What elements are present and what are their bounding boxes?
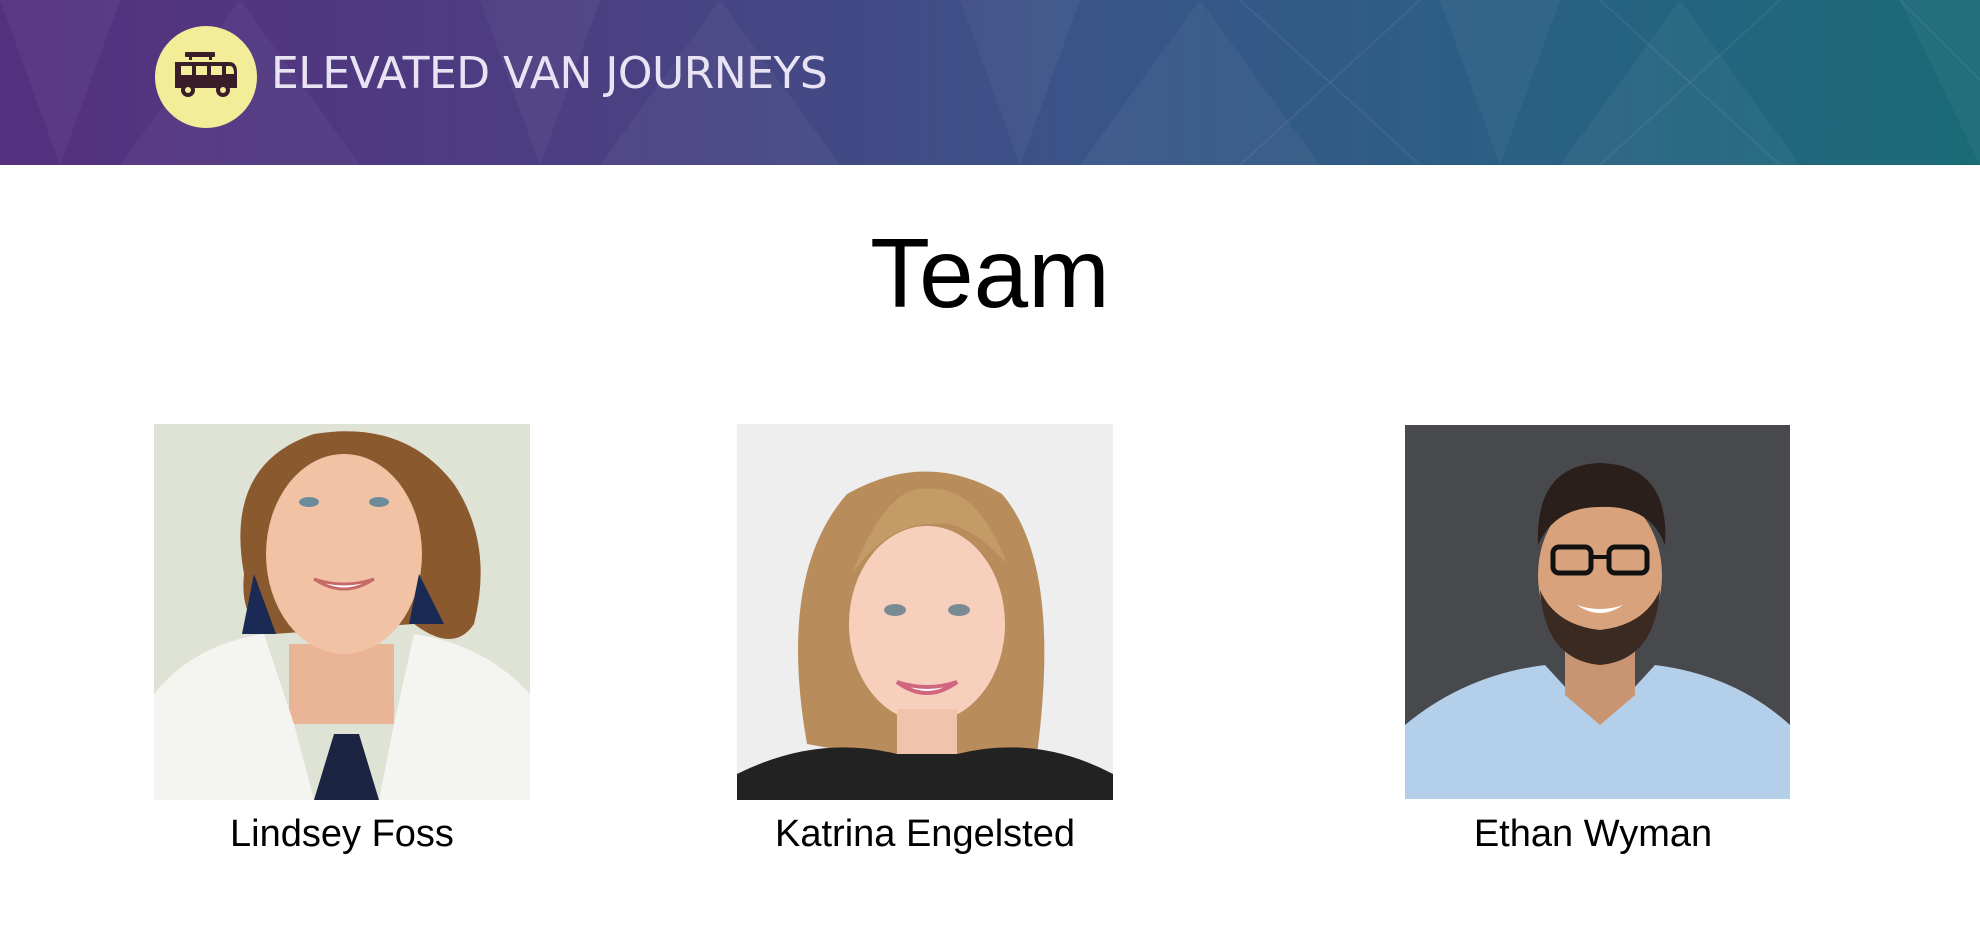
member-photo	[737, 424, 1113, 800]
van-icon	[175, 52, 237, 97]
member-photo	[1405, 425, 1790, 799]
member-photo	[154, 424, 530, 800]
member-name: Lindsey Foss	[230, 813, 454, 855]
member-name: Katrina Engelsted	[775, 813, 1075, 855]
page-title: Team	[870, 218, 1110, 328]
site-header: ELEVATED VAN JOURNEYS	[0, 0, 1980, 165]
brand-name[interactable]: ELEVATED VAN JOURNEYS	[271, 46, 828, 102]
brand-logo[interactable]	[155, 26, 257, 128]
member-name: Ethan Wyman	[1473, 813, 1713, 855]
